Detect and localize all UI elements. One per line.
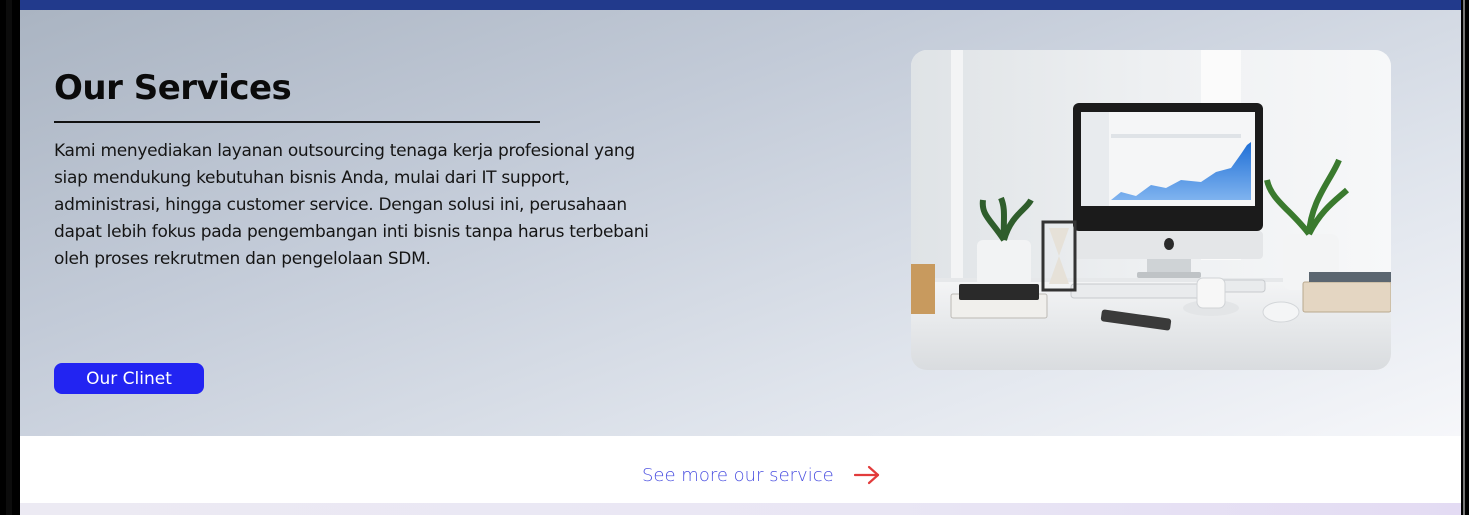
window-frame-left-edge — [12, 0, 20, 515]
section-title: Our Services — [54, 68, 292, 108]
office-desk-illustration — [911, 50, 1391, 370]
services-description: Kami menyediakan layanan outsourcing ten… — [54, 141, 649, 269]
office-desk-image — [911, 50, 1391, 370]
see-more-service-link[interactable]: See more our service — [642, 460, 880, 490]
our-client-button[interactable]: Our Clinet — [54, 363, 204, 394]
see-more-label: See more our service — [642, 464, 834, 486]
top-navigation-bar — [20, 0, 1461, 10]
window-frame-right-line — [1463, 0, 1465, 515]
see-more-bar: See more our service — [20, 436, 1461, 503]
services-section: Our Services Kami menyediakan layanan ou… — [20, 10, 1461, 436]
page: Our Services Kami menyediakan layanan ou… — [20, 0, 1461, 515]
next-section-peek — [20, 503, 1461, 515]
arrow-right-icon — [853, 465, 880, 485]
title-underline — [54, 121, 540, 123]
